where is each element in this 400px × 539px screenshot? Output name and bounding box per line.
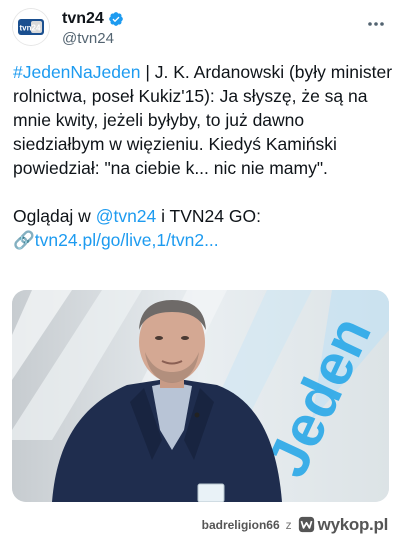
- credit-line: badreligion66 z wykop.pl: [202, 510, 389, 539]
- url-link-text: tvn24.pl/go/live,1/tvn2...: [34, 230, 219, 250]
- studio-photo: Jeden: [12, 290, 389, 502]
- display-name[interactable]: tvn24: [62, 10, 104, 28]
- hashtag-link[interactable]: #JedenNaJeden: [13, 62, 140, 82]
- link-icon: 🔗: [13, 230, 35, 250]
- wykop-logo[interactable]: wykop.pl: [298, 515, 388, 535]
- verified-badge-icon: [108, 12, 123, 26]
- account-avatar[interactable]: tvn24: [13, 9, 49, 45]
- repost-footer: badreligion66 z wykop.pl: [0, 510, 400, 539]
- watch-suffix: i TVN24 GO:: [156, 206, 261, 226]
- more-options-icon: [368, 22, 384, 26]
- name-line: tvn24: [62, 9, 124, 29]
- mention-link[interactable]: @tvn24: [96, 206, 157, 226]
- tweet-card: tvn24 tvn24 @tvn24 #JedenNaJeden | J. K.…: [0, 0, 400, 510]
- tvn24-logo-icon: tvn24: [13, 9, 49, 45]
- more-options-button[interactable]: [364, 12, 388, 36]
- separator-text: z: [285, 517, 292, 532]
- account-handle[interactable]: @tvn24: [62, 30, 114, 47]
- tweet-media-image[interactable]: Jeden: [12, 290, 389, 502]
- poster-username[interactable]: badreligion66: [202, 518, 280, 532]
- site-name: wykop.pl: [317, 514, 389, 534]
- avatar-text: tvn24: [20, 24, 41, 33]
- water-glass: [197, 483, 225, 502]
- wykop-logo-icon: [298, 516, 314, 533]
- url-link[interactable]: 🔗tvn24.pl/go/live,1/tvn2...: [13, 230, 219, 250]
- tweet-text: #JedenNaJeden | J. K. Ardanowski (były m…: [13, 60, 393, 252]
- watch-prefix: Oglądaj w: [13, 206, 96, 226]
